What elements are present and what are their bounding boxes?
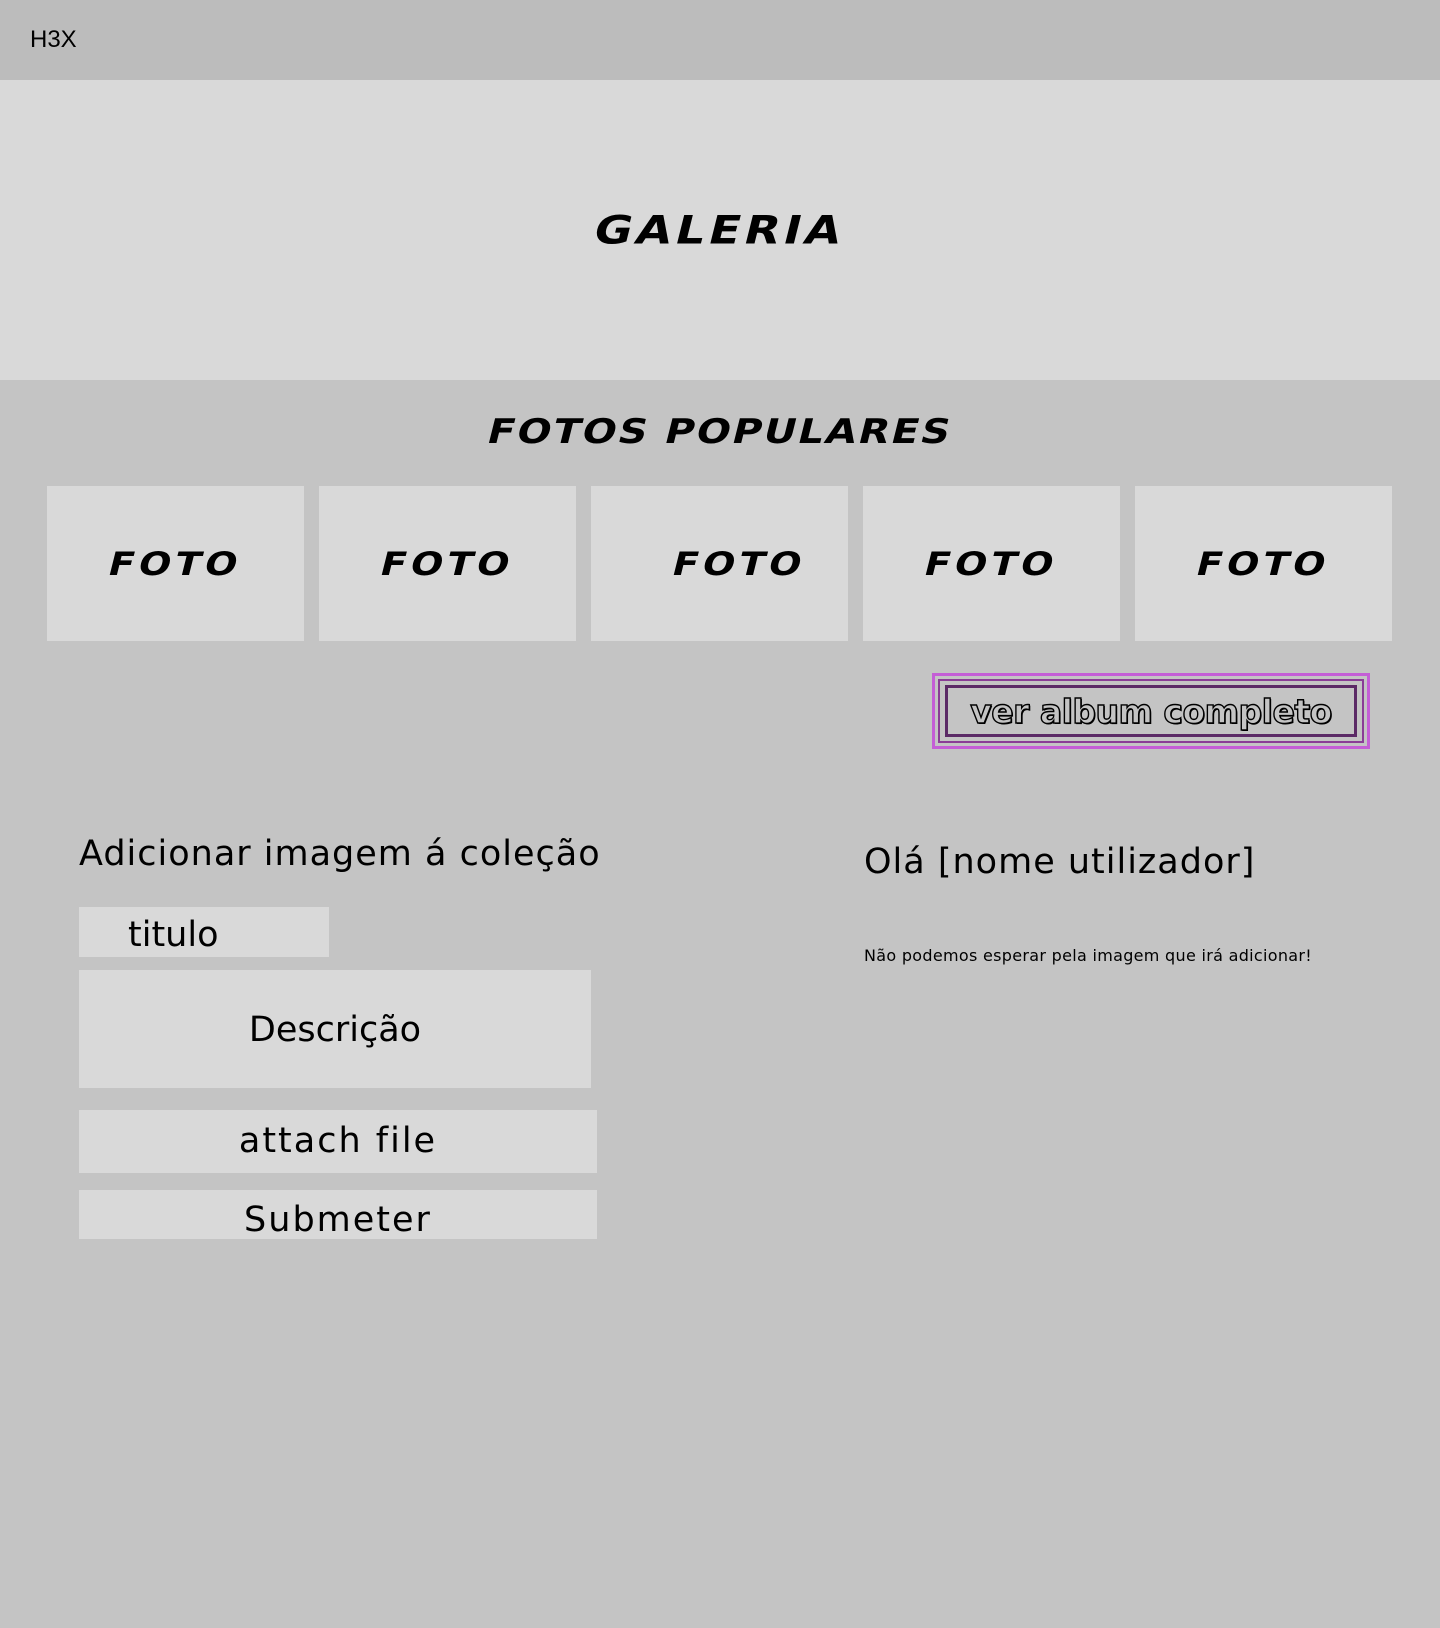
add-image-heading: Adicionar imagem á coleção (79, 834, 601, 874)
description-input[interactable] (79, 970, 591, 1088)
title-input[interactable] (79, 907, 329, 957)
view-full-album-button[interactable]: ver album completo (932, 673, 1370, 749)
top-bar: H3X (0, 0, 1440, 80)
greeting-message: Não podemos esperar pela imagem que irá … (864, 946, 1312, 965)
photo-card[interactable]: FOTO (1135, 486, 1392, 641)
view-full-album-frame: ver album completo (945, 685, 1357, 737)
attach-file-button[interactable]: attach file (79, 1110, 597, 1173)
submit-button[interactable]: Submeter (79, 1190, 597, 1239)
hero-banner: GALERIA (0, 80, 1440, 380)
user-greeting: Olá [nome utilizador] (864, 842, 1256, 882)
view-full-album-label: ver album completo (969, 691, 1333, 731)
photo-placeholder-label: FOTO (1192, 544, 1335, 583)
photo-card[interactable]: FOTO (319, 486, 576, 641)
page-title: GALERIA (589, 207, 851, 253)
photo-card[interactable]: FOTO (591, 486, 848, 641)
photo-placeholder-label: FOTO (668, 544, 811, 583)
brand-logo[interactable]: H3X (30, 26, 77, 54)
photo-card[interactable]: FOTO (863, 486, 1120, 641)
photo-placeholder-label: FOTO (376, 544, 519, 583)
photo-placeholder-label: FOTO (920, 544, 1063, 583)
photo-card[interactable]: FOTO (47, 486, 304, 641)
popular-photos-grid: FOTO FOTO FOTO FOTO FOTO (47, 486, 1393, 641)
popular-photos-title: FOTOS POPULARES (483, 412, 957, 452)
photo-placeholder-label: FOTO (104, 544, 247, 583)
